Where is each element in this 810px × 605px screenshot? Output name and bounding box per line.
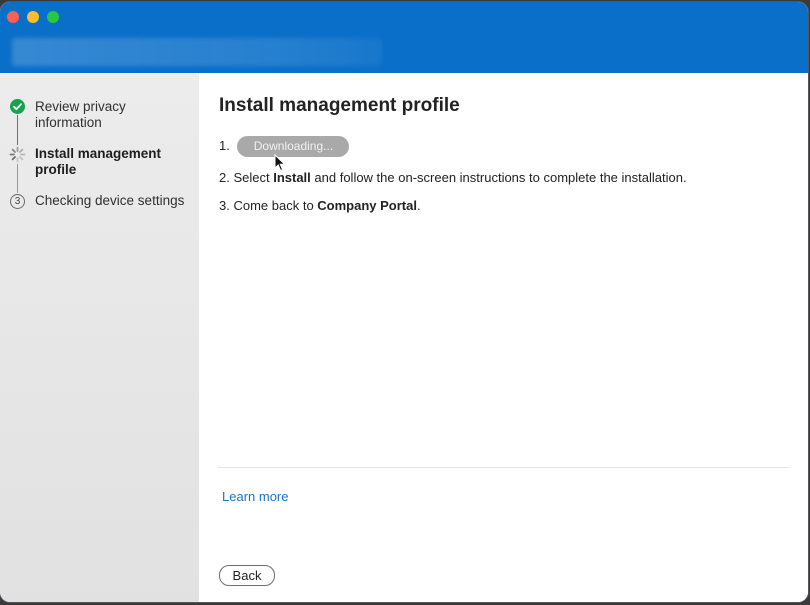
step-number: 2. [219, 170, 230, 185]
learn-more-link[interactable]: Learn more [222, 489, 288, 504]
step-number: 1. [219, 137, 230, 153]
instruction-step-3: 3. Come back to Company Portal. [219, 198, 421, 213]
instruction-bold-text: Install [273, 170, 311, 185]
instruction-bold-text: Company Portal [317, 198, 417, 213]
company-portal-window: Review privacy information Install manag… [0, 2, 808, 602]
maximize-window-button[interactable] [47, 11, 59, 23]
minimize-window-button[interactable] [27, 11, 39, 23]
instruction-text: . [416, 198, 421, 213]
sidebar-step-checking-device: Checking device settings [35, 193, 185, 208]
setup-steps-sidebar: Review privacy information Install manag… [0, 73, 199, 602]
spinner-icon [9, 146, 26, 163]
step-number-icon: 3 [10, 194, 25, 209]
instruction-step-2: 2. Select Install and follow the on-scre… [219, 170, 687, 185]
instruction-text: Select [233, 170, 274, 185]
title-bar [0, 2, 808, 73]
step-connector [17, 164, 18, 193]
instruction-text: Come back to [233, 198, 318, 213]
step-connector [17, 115, 18, 145]
mouse-pointer-icon [274, 153, 286, 172]
download-profile-button[interactable]: Downloading... [237, 136, 350, 157]
sidebar-step-review-privacy: Review privacy information [35, 99, 126, 130]
back-button[interactable]: Back [219, 565, 275, 586]
close-window-button[interactable] [7, 11, 19, 23]
instruction-text: and follow the on-screen instructions to… [310, 170, 687, 185]
step-number: 3. [219, 198, 230, 213]
content-divider [218, 467, 789, 468]
sidebar-step-install-profile: Install management profile [35, 146, 162, 177]
check-icon [10, 99, 25, 114]
main-content: Install management profile 1. Downloadin… [199, 73, 808, 602]
blurred-header-text [12, 38, 382, 66]
page-title: Install management profile [219, 95, 460, 116]
